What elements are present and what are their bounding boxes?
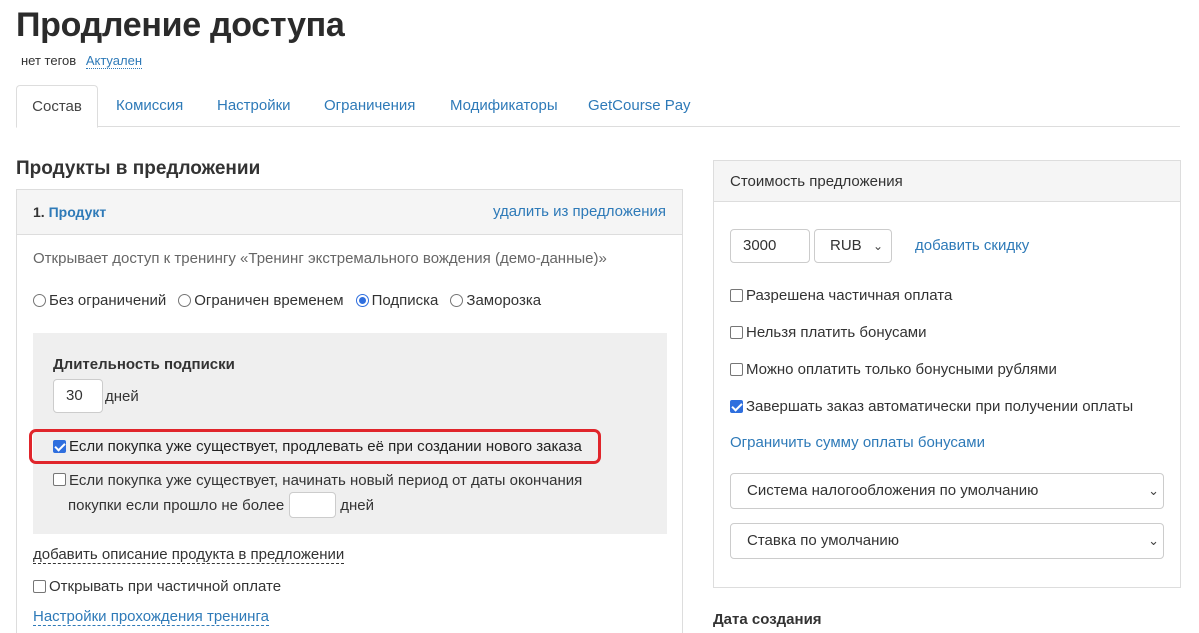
radio-time-limited-label: Ограничен временем xyxy=(194,292,344,309)
auto-complete-order-label: Завершать заказ автоматически при получе… xyxy=(746,398,1134,415)
subscription-settings-box: Длительность подписки 30 дней Если покуп… xyxy=(29,333,667,534)
tax-rate-select[interactable]: Ставка по умолчанию ⌄ xyxy=(730,523,1164,559)
extend-purchase-option[interactable]: Если покупка уже существует, продлевать … xyxy=(53,438,582,455)
tax-system-select[interactable]: Система налогообложения по умолчанию ⌄ xyxy=(730,473,1164,509)
subscription-days-label: дней xyxy=(105,388,139,405)
page-title: Продление доступа xyxy=(16,6,345,44)
radio-time-limited[interactable]: Ограничен временем xyxy=(178,292,344,309)
tax-system-value: Система налогообложения по умолчанию xyxy=(747,482,1039,499)
currency-select[interactable]: RUB ⌄ xyxy=(814,229,892,263)
new-period-option: Если покупка уже существует, начинать но… xyxy=(53,469,613,518)
radio-time-limited-control[interactable] xyxy=(178,294,192,307)
tags-row: нет тегов Актуален xyxy=(21,53,142,69)
tabs: Состав Комиссия Настройки Ограничения Мо… xyxy=(16,85,1180,128)
add-product-description-link[interactable]: добавить описание продукта в предложении xyxy=(33,546,345,564)
tab-settings[interactable]: Настройки xyxy=(217,85,291,127)
new-period-days-input[interactable] xyxy=(289,492,337,518)
no-bonus-payment-label: Нельзя платить бонусами xyxy=(746,324,927,341)
products-section-title: Продукты в предложении xyxy=(16,158,261,179)
training-settings-link[interactable]: Настройки прохождения тренинга xyxy=(33,608,269,626)
partial-payment-label: Разрешена частичная оплата xyxy=(746,287,953,304)
radio-subscription[interactable]: Подписка xyxy=(355,292,439,309)
extend-purchase-label: Если покупка уже существует, продлевать … xyxy=(69,438,582,455)
new-period-days-label: дней xyxy=(340,496,374,514)
tab-commission[interactable]: Комиссия xyxy=(116,85,183,127)
open-on-partial-payment-option[interactable]: Открывать при частичной оплате xyxy=(33,578,281,595)
partial-payment-checkbox[interactable] xyxy=(730,289,743,302)
radio-freeze-control[interactable] xyxy=(450,294,464,307)
limit-bonus-payment-link[interactable]: Ограничить сумму оплаты бонусами xyxy=(730,434,985,451)
tab-getcourse-pay[interactable]: GetCourse Pay xyxy=(588,85,691,127)
product-description: Открывает доступ к тренингу «Тренинг экс… xyxy=(33,250,607,267)
radio-unlimited-label: Без ограничений xyxy=(49,292,167,309)
open-on-partial-payment-checkbox[interactable] xyxy=(33,580,46,593)
tab-composition[interactable]: Состав xyxy=(16,85,98,128)
bonus-only-payment-option[interactable]: Можно оплатить только бонусными рублями xyxy=(730,361,1057,378)
chevron-down-icon: ⌄ xyxy=(1148,533,1159,548)
chevron-down-icon: ⌄ xyxy=(872,239,883,253)
cost-header: Стоимость предложения xyxy=(714,161,1180,202)
no-bonus-payment-option[interactable]: Нельзя платить бонусами xyxy=(730,324,926,341)
auto-complete-order-checkbox[interactable] xyxy=(730,400,743,413)
remove-product-link[interactable]: удалить из предложения xyxy=(493,203,666,220)
new-period-label-line2: покупки если прошло не более xyxy=(68,496,285,514)
add-discount-link[interactable]: добавить скидку xyxy=(915,237,1029,254)
product-name-link[interactable]: Продукт xyxy=(49,204,107,220)
price-input[interactable]: 3000 xyxy=(730,229,810,263)
tab-modifiers[interactable]: Модификаторы xyxy=(450,85,558,127)
radio-freeze[interactable]: Заморозка xyxy=(450,292,541,309)
creation-date-title: Дата создания xyxy=(713,611,822,628)
cost-title: Стоимость предложения xyxy=(730,173,903,190)
radio-subscription-label: Подписка xyxy=(371,292,439,309)
subscription-duration-title: Длительность подписки xyxy=(53,356,235,373)
radio-subscription-control[interactable] xyxy=(355,294,369,307)
partial-payment-option[interactable]: Разрешена частичная оплата xyxy=(730,287,952,304)
access-type-radios: Без ограничений Ограничен временем Подпи… xyxy=(33,292,553,309)
no-bonus-payment-checkbox[interactable] xyxy=(730,326,743,339)
status-link[interactable]: Актуален xyxy=(85,53,142,69)
new-period-label-line1: Если покупка уже существует, начинать но… xyxy=(69,472,583,489)
extend-purchase-checkbox[interactable] xyxy=(53,440,66,453)
cost-panel: Стоимость предложения 3000 RUB ⌄ добавит… xyxy=(713,160,1181,588)
chevron-down-icon: ⌄ xyxy=(1148,483,1159,498)
radio-unlimited[interactable]: Без ограничений xyxy=(33,292,166,309)
product-header: 1. Продукт удалить из предложения xyxy=(17,190,682,235)
product-index: 1. xyxy=(33,204,45,220)
tax-rate-value: Ставка по умолчанию xyxy=(747,532,900,549)
currency-value: RUB xyxy=(830,237,862,254)
radio-unlimited-control[interactable] xyxy=(33,294,46,307)
bonus-only-payment-checkbox[interactable] xyxy=(730,363,743,376)
auto-complete-order-option[interactable]: Завершать заказ автоматически при получе… xyxy=(730,398,1133,415)
no-tags-label: нет тегов xyxy=(21,53,77,68)
radio-freeze-label: Заморозка xyxy=(466,292,542,309)
tab-restrictions[interactable]: Ограничения xyxy=(324,85,415,127)
product-number: 1. Продукт xyxy=(33,204,106,220)
bonus-only-payment-label: Можно оплатить только бонусными рублями xyxy=(746,361,1057,378)
open-on-partial-payment-label: Открывать при частичной оплате xyxy=(49,578,282,595)
product-panel: 1. Продукт удалить из предложения Открыв… xyxy=(16,189,683,633)
new-period-checkbox[interactable] xyxy=(53,473,66,486)
subscription-days-input[interactable]: 30 xyxy=(53,379,103,413)
